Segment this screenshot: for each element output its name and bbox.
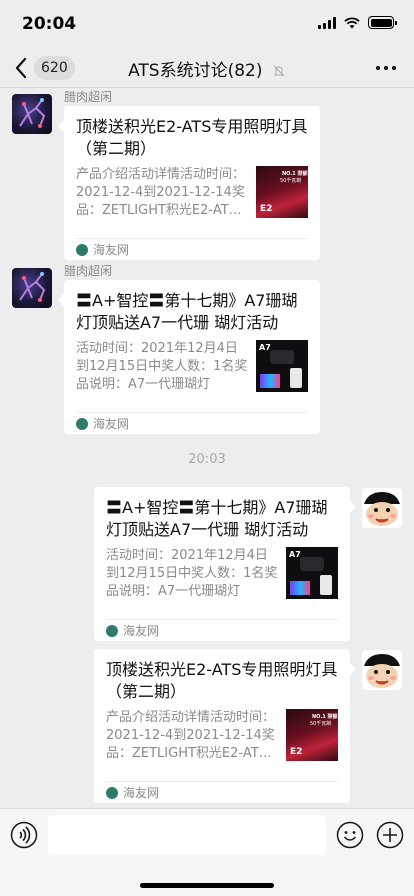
card-title: 〓A+智控〓第十七期》A7珊瑚灯顶贴送A7一代珊 瑚灯活动: [76, 291, 298, 332]
status-icons: [318, 16, 397, 29]
message-list[interactable]: 腊肉超闲 顶楼送积光E2-ATS专用照明灯具（第二期） 产品介绍活动详情活动时间…: [0, 88, 414, 808]
card-description: 活动时间：2021年12月4日到12月15日中奖人数：1名奖品说明：A7一代珊瑚…: [76, 341, 248, 392]
battery-icon: [368, 16, 397, 29]
source-logo-icon: [76, 243, 88, 256]
avatar[interactable]: [362, 650, 402, 690]
thumb-text: 50千瓦制: [280, 178, 302, 184]
source-name: 海友网: [93, 243, 130, 257]
status-time: 20:04: [22, 14, 77, 34]
source-name: 海友网: [123, 786, 160, 800]
card-source: 海友网: [106, 781, 338, 803]
card-source: 海友网: [106, 619, 338, 641]
card-source: 海友网: [76, 238, 308, 260]
thumb-text: NO.1 限额: [312, 714, 338, 720]
card-description: 产品介绍活动详情活动时间：2021-12-4到2021-12-14奖品：ZETL…: [76, 167, 246, 218]
card-thumbnail: NO.1 限额 50千瓦制 E2: [256, 166, 308, 218]
chat-title-text: ATS系统讨论(82): [128, 61, 263, 81]
avatar[interactable]: [12, 268, 52, 308]
source-logo-icon: [76, 417, 88, 430]
card-thumbnail: NO.1 限额 50千瓦制 E2: [286, 709, 338, 761]
card-description: 产品介绍活动详情活动时间：2021-12-4到2021-12-14奖品：ZETL…: [106, 710, 276, 761]
card-thumbnail: A7: [256, 340, 308, 392]
source-logo-icon: [106, 624, 118, 637]
thumb-text: NO.1 限额: [282, 171, 308, 177]
card-source: 海友网: [76, 412, 308, 434]
coral-avatar-art: [19, 98, 46, 128]
chat-input-bar: [0, 808, 414, 896]
mute-bell-icon: [273, 65, 285, 77]
card-title: 顶楼送积光E2-ATS专用照明灯具（第二期）: [106, 660, 338, 701]
voice-input-icon[interactable]: [10, 821, 38, 849]
avatar[interactable]: [362, 488, 402, 528]
source-name: 海友网: [123, 624, 160, 638]
source-name: 海友网: [93, 417, 130, 431]
thumb-text: E2: [260, 204, 273, 214]
sender-name: 腊肉超闲: [64, 90, 113, 104]
thumb-text: 50千瓦制: [310, 721, 332, 727]
link-card[interactable]: 〓A+智控〓第十七期》A7珊瑚灯顶贴送A7一代珊 瑚灯活动 活动时间：2021年…: [58, 280, 320, 434]
message-timestamp: 20:03: [188, 452, 226, 467]
home-indicator: [140, 883, 274, 888]
chat-title: ATS系统讨论(82): [0, 56, 414, 81]
more-options-icon[interactable]: [374, 58, 398, 78]
cellular-signal-icon: [318, 16, 336, 29]
sender-name: 腊肉超闲: [64, 264, 113, 278]
status-bar: 20:04: [0, 0, 414, 48]
wifi-icon: [344, 16, 360, 28]
card-description: 活动时间：2021年12月4日到12月15日中奖人数：1名奖品说明：A7一代珊瑚…: [106, 548, 278, 599]
cartoon-avatar-art: [362, 488, 402, 528]
chat-nav-bar: 620 ATS系统讨论(82): [0, 48, 414, 88]
card-thumbnail: A7: [286, 547, 338, 599]
thumb-text: A7: [259, 343, 271, 352]
coral-avatar-art: [19, 272, 46, 302]
source-logo-icon: [106, 786, 118, 799]
message-input[interactable]: [48, 815, 326, 855]
cartoon-avatar-art: [362, 650, 402, 690]
thumb-text: E2: [290, 747, 303, 757]
link-card[interactable]: 顶楼送积光E2-ATS专用照明灯具（第二期） 产品介绍活动详情活动时间：2021…: [94, 649, 356, 803]
thumb-text: A7: [289, 550, 301, 559]
avatar[interactable]: [12, 94, 52, 134]
link-card[interactable]: 〓A+智控〓第十七期》A7珊瑚灯顶贴送A7一代珊 瑚灯活动 活动时间：2021年…: [94, 487, 356, 641]
card-title: 顶楼送积光E2-ATS专用照明灯具（第二期）: [76, 117, 308, 158]
emoji-icon[interactable]: [336, 821, 364, 849]
add-attachment-icon[interactable]: [376, 821, 404, 849]
card-title: 〓A+智控〓第十七期》A7珊瑚灯顶贴送A7一代珊 瑚灯活动: [106, 498, 328, 539]
link-card[interactable]: 顶楼送积光E2-ATS专用照明灯具（第二期） 产品介绍活动详情活动时间：2021…: [58, 106, 320, 260]
